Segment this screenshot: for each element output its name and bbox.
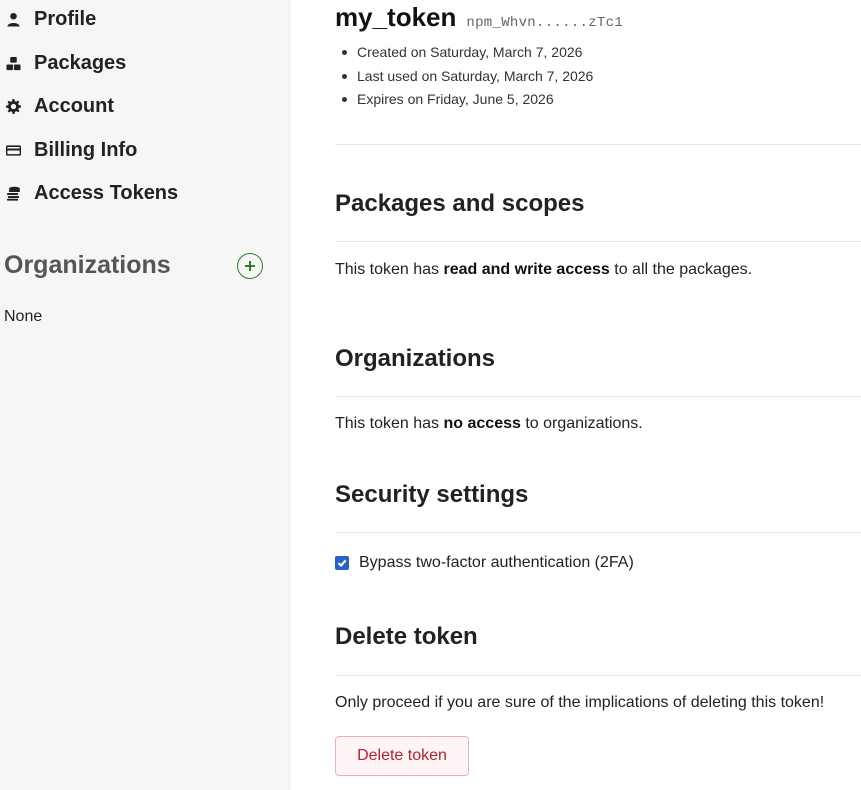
token-name: my_token (335, 2, 457, 32)
delete-token-title: Delete token (335, 623, 478, 650)
text-suffix: to organizations. (520, 415, 643, 432)
security-settings-title: Security settings (335, 481, 529, 508)
check-icon (337, 559, 347, 568)
list-item: Last used on Saturday, March 7, 2026 (342, 65, 593, 89)
organizations-section-title: Organizations (335, 345, 496, 372)
divider (335, 532, 861, 533)
divider (335, 396, 861, 397)
token-header: my_token npm_Whvn......zTc1 (335, 2, 623, 33)
list-item: Created on Saturday, March 7, 2026 (342, 41, 593, 65)
divider (335, 144, 861, 145)
sidebar-item-label: Packages (34, 52, 127, 74)
token-meta-list: Created on Saturday, March 7, 2026 Last … (342, 41, 593, 112)
token-detail: my_token npm_Whvn......zTc1 Created on S… (335, 0, 861, 790)
divider (335, 675, 861, 676)
sidebar-item-access-tokens[interactable]: Access Tokens (4, 182, 178, 205)
text-prefix: This token has (335, 415, 444, 432)
sidebar-item-label: Access Tokens (34, 182, 179, 204)
user-icon (4, 11, 22, 29)
coins-icon (4, 185, 22, 203)
text-prefix: This token has (335, 261, 444, 278)
divider (335, 241, 861, 242)
packages-scopes-title: Packages and scopes (335, 190, 585, 217)
bypass-2fa-checkbox[interactable] (335, 556, 349, 570)
access-level: read and write access (443, 261, 610, 278)
text-suffix: to all the packages. (609, 261, 753, 278)
sidebar: Profile Packages Account Billing Info Ac… (0, 0, 290, 790)
sidebar-item-label: Billing Info (34, 139, 138, 161)
sidebar-item-packages[interactable]: Packages (4, 52, 126, 75)
packages-icon (4, 55, 22, 73)
delete-token-button[interactable]: Delete token (335, 736, 469, 776)
packages-scopes-text: This token has read and write access to … (335, 261, 752, 279)
bypass-2fa-label: Bypass two-factor authentication (2FA) (359, 554, 634, 571)
sidebar-item-profile[interactable]: Profile (4, 8, 96, 31)
sidebar-item-label: Profile (34, 8, 97, 30)
delete-warning-text: Only proceed if you are sure of the impl… (335, 694, 825, 711)
plus-circle-icon (245, 261, 255, 271)
organizations-empty-text: None (4, 308, 43, 325)
organizations-section-text: This token has no access to organization… (335, 415, 643, 433)
credit-card-icon (4, 142, 22, 160)
bypass-2fa-setting[interactable]: Bypass two-factor authentication (2FA) (335, 554, 634, 572)
list-item: Expires on Friday, June 5, 2026 (342, 88, 593, 112)
access-level: no access (443, 415, 521, 432)
sidebar-item-billing-info[interactable]: Billing Info (4, 139, 137, 162)
sidebar-item-account[interactable]: Account (4, 95, 114, 118)
sidebar-item-label: Account (34, 95, 114, 117)
add-organization-button[interactable] (237, 253, 263, 279)
gear-icon (4, 98, 22, 116)
organizations-heading: Organizations (4, 251, 171, 279)
token-code: npm_Whvn......zTc1 (466, 15, 624, 31)
